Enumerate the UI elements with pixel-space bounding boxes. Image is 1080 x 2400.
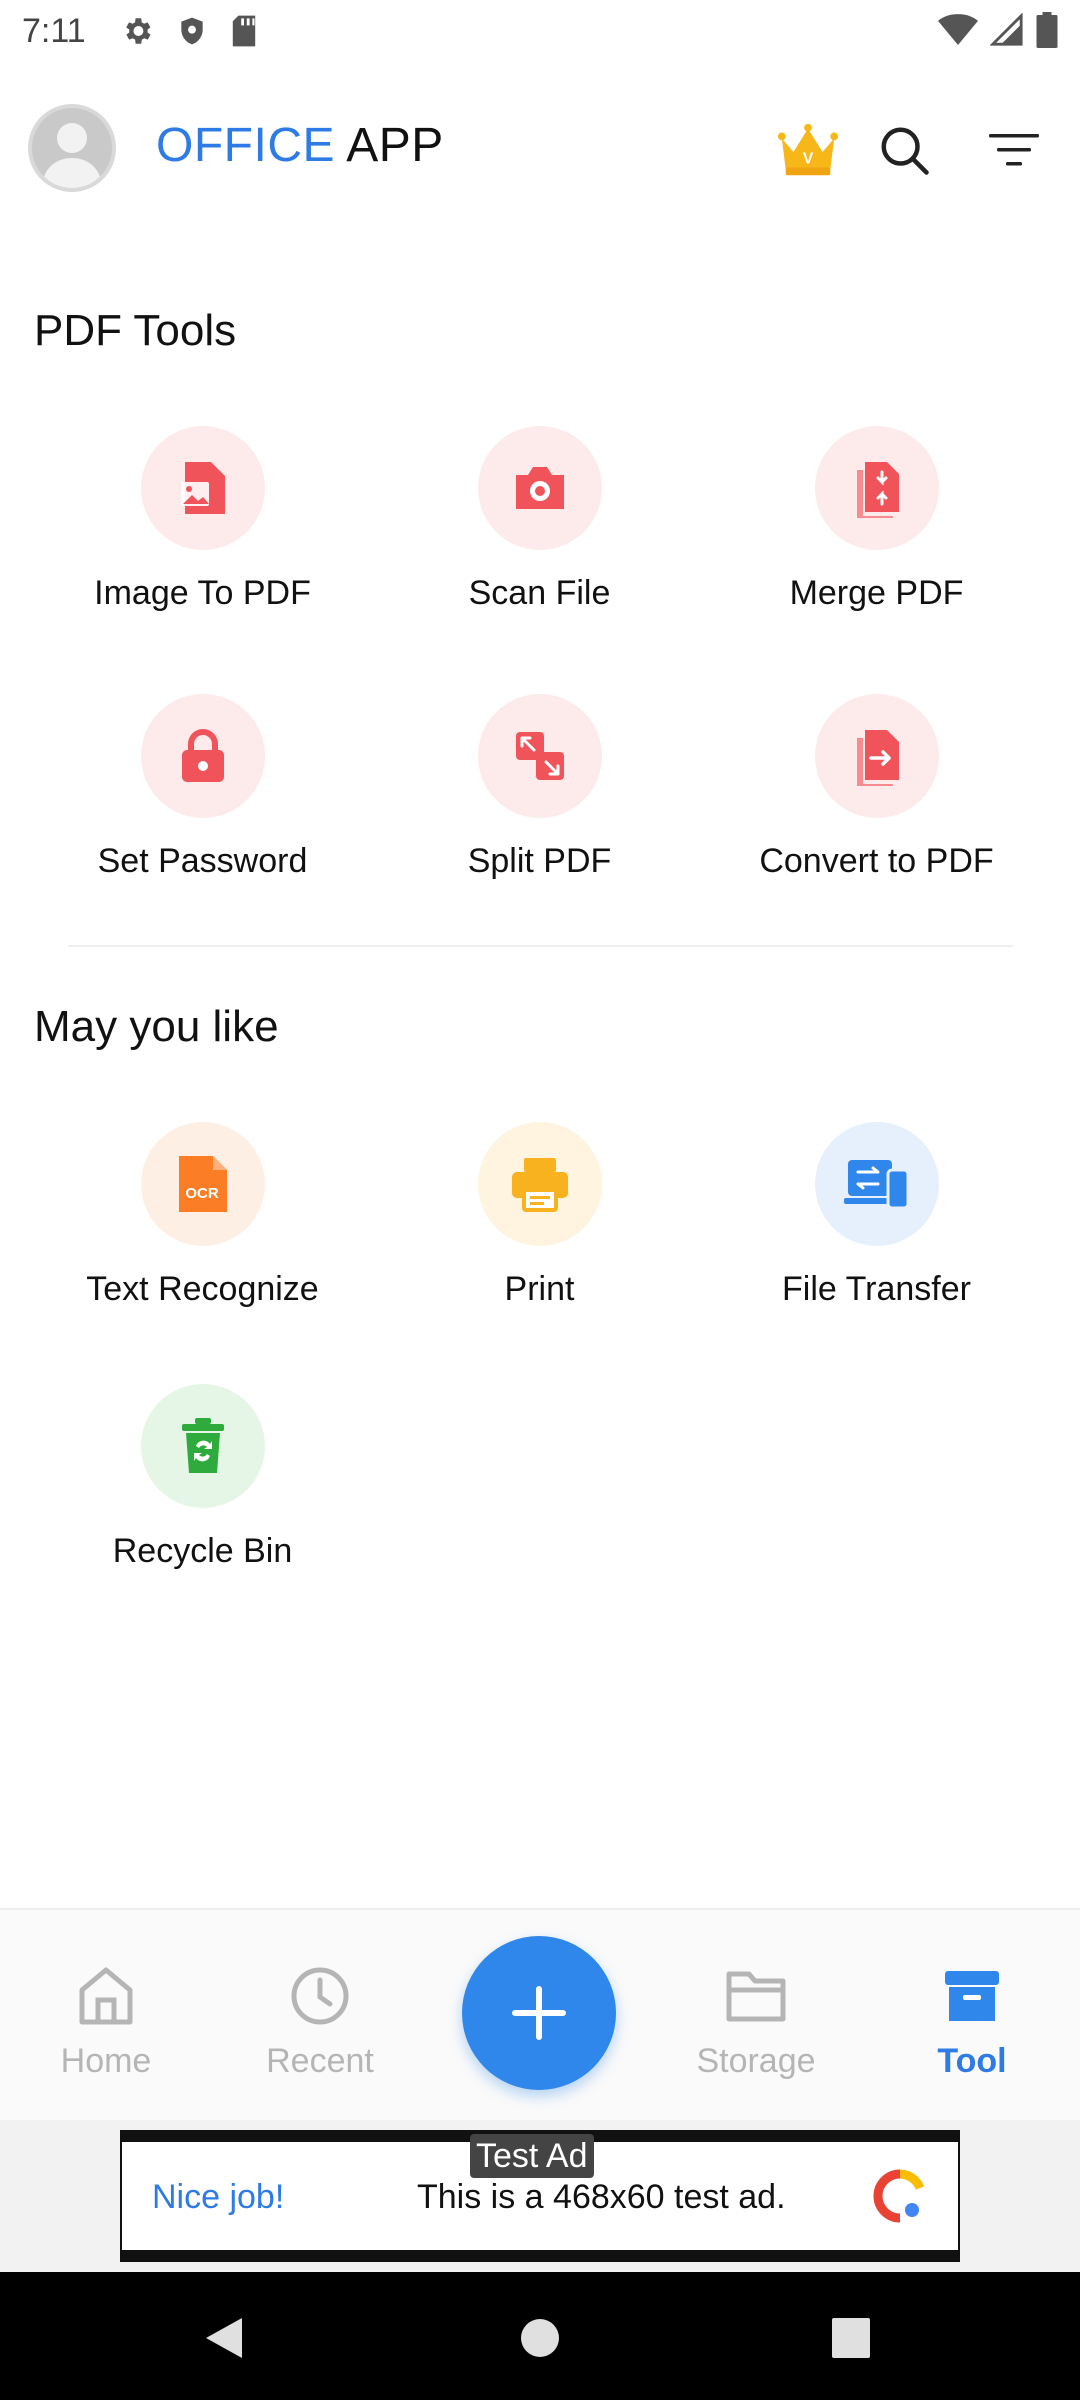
nav-label: Home bbox=[60, 2042, 152, 2080]
tool-label: File Transfer bbox=[782, 1270, 971, 1308]
file-transfer-icon bbox=[843, 1160, 909, 1210]
nav-recent[interactable]: Recent bbox=[240, 1960, 400, 2081]
tool-label: Set Password bbox=[97, 842, 308, 880]
battery-icon bbox=[1036, 12, 1058, 48]
ad-tag: Test Ad bbox=[470, 2134, 594, 2178]
tool-circle bbox=[140, 694, 265, 818]
tool-circle bbox=[477, 1122, 602, 1246]
ad-headline: Nice job! bbox=[152, 2178, 285, 2216]
ocr-icon: OCR bbox=[178, 1156, 227, 1212]
search-icon bbox=[881, 127, 929, 175]
system-nav-bar bbox=[0, 2272, 1080, 2400]
app-title-office: OFFICE bbox=[156, 119, 335, 172]
tool-circle bbox=[814, 694, 939, 818]
image-to-pdf-icon bbox=[180, 462, 225, 514]
ad-logo-icon bbox=[873, 2169, 925, 2223]
status-time: 7:11 bbox=[22, 12, 86, 50]
ad-area: Nice job! This is a 468x60 test ad. Test… bbox=[0, 2120, 1080, 2272]
status-left-icons bbox=[120, 14, 258, 48]
tool-circle bbox=[140, 1384, 265, 1508]
tool-circle bbox=[140, 426, 265, 550]
settings-gear-icon bbox=[120, 14, 154, 48]
recents-button[interactable] bbox=[830, 2316, 872, 2365]
home-icon bbox=[26, 1960, 186, 2032]
nav-label: Tool bbox=[937, 2042, 1007, 2080]
tool-label: Text Recognize bbox=[86, 1270, 319, 1308]
shield-icon bbox=[176, 14, 208, 48]
sd-card-icon bbox=[230, 14, 258, 48]
tool-print[interactable]: Print bbox=[371, 1122, 708, 1309]
search-button[interactable] bbox=[872, 118, 936, 182]
printer-icon bbox=[511, 1158, 568, 1212]
tool-label: Split PDF bbox=[467, 842, 612, 880]
lock-icon bbox=[181, 729, 224, 782]
ad-text: This is a 468x60 test ad. bbox=[417, 2178, 786, 2216]
crown-icon: V bbox=[777, 123, 839, 176]
crown-badge-text: V bbox=[803, 151, 814, 168]
avatar[interactable] bbox=[28, 104, 116, 192]
signal-icon bbox=[990, 13, 1024, 47]
may-you-like-title: May you like bbox=[34, 1002, 279, 1051]
nav-tool[interactable]: Tool bbox=[892, 1960, 1052, 2081]
merge-pdf-icon bbox=[856, 462, 899, 518]
convert-to-pdf-icon bbox=[856, 730, 899, 786]
toolbox-icon bbox=[892, 1960, 1052, 2032]
ocr-icon-text: OCR bbox=[185, 1185, 219, 1202]
tool-split-pdf[interactable]: Split PDF bbox=[371, 694, 708, 881]
nav-label: Storage bbox=[696, 2042, 816, 2080]
pdf-tools-title: PDF Tools bbox=[34, 306, 237, 355]
recents-square-icon bbox=[832, 2318, 870, 2358]
status-right-icons bbox=[938, 12, 1058, 48]
split-pdf-icon bbox=[515, 732, 564, 780]
app-title-app: APP bbox=[346, 119, 444, 172]
tool-merge-pdf[interactable]: Merge PDF bbox=[708, 426, 1045, 613]
tool-text-recognize[interactable]: OCR Text Recognize bbox=[34, 1122, 371, 1309]
status-bar: 7:11 bbox=[0, 0, 1080, 64]
tool-set-password[interactable]: Set Password bbox=[34, 694, 371, 881]
home-system-button[interactable] bbox=[520, 2316, 560, 2365]
home-circle-icon bbox=[521, 2319, 559, 2357]
premium-crown-button[interactable]: V bbox=[776, 118, 840, 182]
recycle-bin-icon bbox=[181, 1418, 224, 1473]
tool-label: Convert to PDF bbox=[759, 842, 994, 880]
tool-recycle-bin[interactable]: Recycle Bin bbox=[34, 1384, 371, 1571]
tool-label: Merge PDF bbox=[789, 574, 964, 612]
filter-icon bbox=[989, 134, 1039, 166]
tool-scan-file[interactable]: Scan File bbox=[371, 426, 708, 613]
app-bar: OFFICE APP V bbox=[0, 100, 1080, 200]
nav-label: Recent bbox=[266, 2042, 374, 2080]
tool-label: Image To PDF bbox=[94, 574, 311, 612]
back-triangle-icon bbox=[206, 2318, 242, 2358]
tool-circle bbox=[477, 426, 602, 550]
tool-circle bbox=[814, 1122, 939, 1246]
plus-icon bbox=[512, 1986, 566, 2040]
nav-storage[interactable]: Storage bbox=[676, 1960, 836, 2081]
clock-icon bbox=[240, 1960, 400, 2032]
section-divider bbox=[68, 945, 1013, 947]
filter-button[interactable] bbox=[982, 118, 1046, 182]
tool-label: Scan File bbox=[468, 574, 611, 612]
camera-icon bbox=[515, 467, 564, 509]
wifi-icon bbox=[938, 13, 978, 47]
tool-circle bbox=[814, 426, 939, 550]
tool-circle bbox=[477, 694, 602, 818]
nav-home[interactable]: Home bbox=[26, 1960, 186, 2081]
tool-label: Recycle Bin bbox=[112, 1532, 293, 1570]
tool-label: Print bbox=[504, 1270, 575, 1308]
add-fab-button[interactable] bbox=[462, 1936, 616, 2090]
tool-file-transfer[interactable]: File Transfer bbox=[708, 1122, 1045, 1309]
user-avatar-icon bbox=[42, 123, 102, 188]
app-title: OFFICE APP bbox=[156, 118, 444, 173]
tool-image-to-pdf[interactable]: Image To PDF bbox=[34, 426, 371, 613]
tool-circle: OCR bbox=[140, 1122, 265, 1246]
folder-icon bbox=[676, 1960, 836, 2032]
back-button[interactable] bbox=[204, 2316, 244, 2365]
tool-convert-to-pdf[interactable]: Convert to PDF bbox=[708, 694, 1045, 881]
